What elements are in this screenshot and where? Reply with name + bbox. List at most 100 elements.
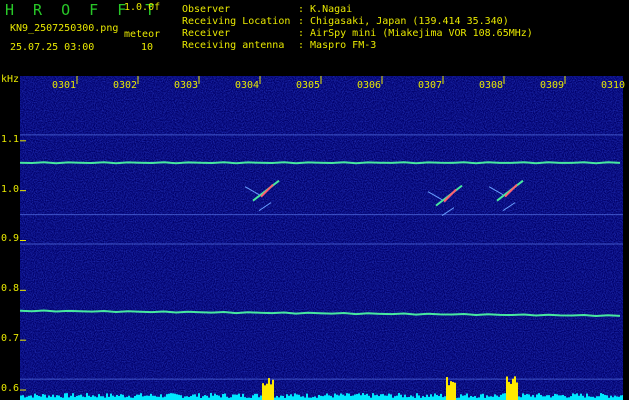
x-tick-label: 0306 [357, 80, 382, 91]
histogram-bar [378, 396, 380, 400]
y-tick-label: 0.8 [1, 283, 20, 295]
histogram-bar [582, 395, 584, 400]
histogram-bar [320, 395, 322, 400]
histogram-bar [212, 395, 214, 400]
histogram-bar [110, 393, 112, 400]
histogram-bar [116, 394, 118, 400]
histogram-bar [306, 393, 308, 400]
histogram-bar [328, 395, 330, 400]
histogram-bar [224, 393, 226, 400]
histogram-bar [540, 394, 542, 400]
histogram-bar [580, 393, 582, 400]
histogram-bar [300, 396, 302, 400]
histogram-bar [564, 396, 566, 400]
histogram-bar [358, 393, 360, 400]
y-tick-label: 0.9 [1, 233, 20, 245]
histogram-bar [426, 394, 428, 400]
histogram-bar [500, 394, 502, 400]
x-tick-label: 0303 [174, 80, 199, 91]
histogram-bar [586, 393, 588, 400]
y-tick-label: 1.1 [1, 133, 20, 145]
histogram-bar [396, 395, 398, 400]
spectrogram-screen: { "app": { "title": "H R O F F T", "vers… [0, 0, 629, 400]
histogram-bar [384, 395, 386, 400]
histogram-bar [482, 393, 484, 400]
histogram-bar [440, 393, 442, 400]
histogram-bar [292, 396, 294, 400]
histogram-bar [382, 394, 384, 400]
histogram-bar [368, 395, 370, 400]
histogram-bar [302, 396, 304, 400]
histogram-bar [506, 376, 508, 400]
histogram-bar [544, 396, 546, 400]
histogram-bar [150, 393, 152, 400]
histogram-bar [352, 395, 354, 400]
histogram-bar [234, 394, 236, 400]
histogram-bar [190, 396, 192, 400]
histogram-bar [232, 394, 234, 400]
antenna-value: : Maspro FM-3 [298, 40, 377, 51]
histogram-bar [490, 396, 492, 400]
histogram-bar [412, 396, 414, 400]
histogram-bar [348, 393, 350, 400]
location-label: Receiving Location [182, 16, 291, 27]
histogram-bar [600, 393, 602, 400]
histogram-bar [290, 394, 292, 400]
histogram-bar [154, 395, 156, 400]
meteor-count: 10 [141, 42, 154, 53]
histogram-bar [148, 395, 150, 400]
histogram-bar [180, 395, 182, 400]
histogram-bar [144, 395, 146, 400]
histogram-bar [80, 394, 82, 400]
histogram-bar [336, 394, 338, 400]
histogram-bar [276, 395, 278, 400]
histogram-bar [560, 395, 562, 400]
histogram-bar [504, 393, 506, 400]
histogram-bar [270, 384, 272, 400]
histogram-bar [314, 396, 316, 400]
histogram-bar [510, 383, 512, 400]
histogram-bar [56, 395, 58, 400]
histogram-bar [516, 382, 518, 400]
histogram-bar [298, 394, 300, 400]
histogram-bar [100, 396, 102, 400]
histogram-bar [606, 395, 608, 400]
histogram-bar [526, 394, 528, 400]
histogram-bar [528, 394, 530, 400]
histogram-bar [282, 395, 284, 400]
x-tick-label: 0305 [296, 80, 321, 91]
histogram-bar [530, 396, 532, 400]
histogram-bar [52, 394, 54, 400]
histogram-bar [102, 396, 104, 400]
histogram-bar [260, 395, 262, 400]
histogram-bar [112, 395, 114, 400]
histogram-bar [168, 393, 170, 400]
histogram-bar [430, 394, 432, 400]
histogram-bar [614, 395, 616, 400]
histogram-bar [42, 394, 44, 400]
histogram-bar [466, 393, 468, 400]
histogram-bar [588, 396, 590, 400]
histogram-bar [322, 396, 324, 400]
histogram-bar [354, 394, 356, 400]
histogram-bar [266, 383, 268, 400]
histogram-bar [222, 394, 224, 400]
histogram-bar [196, 396, 198, 400]
histogram-bar [36, 395, 38, 400]
histogram-bar [288, 395, 290, 400]
histogram-bar [172, 393, 174, 400]
histogram-bar [574, 394, 576, 400]
histogram-bar [38, 395, 40, 400]
histogram-bar [252, 395, 254, 400]
histogram-bar [572, 393, 574, 400]
histogram-bar [294, 393, 296, 400]
histogram-bar [400, 394, 402, 400]
histogram-bar [346, 393, 348, 400]
histogram-bar [344, 395, 346, 400]
histogram-bar [210, 393, 212, 400]
histogram-bar [502, 393, 504, 400]
histogram-bar [40, 396, 42, 400]
histogram-bar [362, 393, 364, 400]
histogram-bar [410, 395, 412, 400]
carrier-line [20, 161, 621, 165]
